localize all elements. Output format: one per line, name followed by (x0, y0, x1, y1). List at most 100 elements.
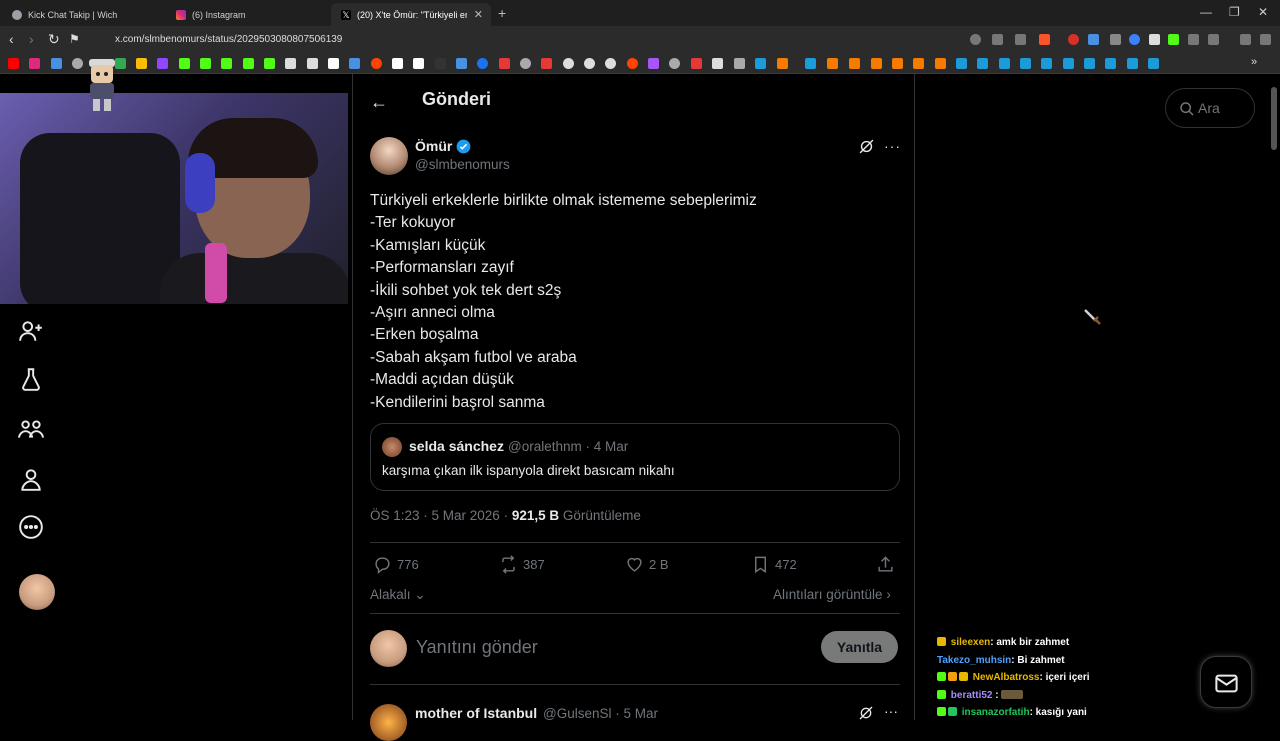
profile-icon[interactable] (18, 466, 44, 492)
kick-bookmark-icon[interactable] (179, 58, 190, 69)
bookmark-icon[interactable]: ⚑ (69, 32, 80, 46)
steam-bookmark-icon[interactable] (1148, 58, 1159, 69)
like-action[interactable]: 2 B (625, 555, 669, 574)
bookmark-icon[interactable] (477, 58, 488, 69)
extension-icon[interactable] (1110, 34, 1121, 45)
bookmark-icon[interactable] (777, 58, 788, 69)
steam-bookmark-icon[interactable] (1063, 58, 1074, 69)
tab-kick-chat[interactable]: Kick Chat Takip | Wich (2, 3, 167, 26)
puzzle-icon[interactable] (1208, 34, 1219, 45)
steam-bookmark-icon[interactable] (1105, 58, 1116, 69)
close-window-button[interactable]: ✕ (1258, 5, 1268, 19)
bookmark-icon[interactable] (892, 58, 903, 69)
bookmark-icon[interactable] (669, 58, 680, 69)
close-tab-icon[interactable]: ✕ (474, 8, 483, 21)
bookmark-icon[interactable] (51, 58, 62, 69)
author-avatar[interactable] (370, 137, 408, 175)
kick-bookmark-icon[interactable] (243, 58, 254, 69)
steam-bookmark-icon[interactable] (1041, 58, 1052, 69)
search-box[interactable]: Ara (1165, 88, 1255, 128)
next-tweet-author[interactable]: mother of Istanbul (415, 705, 537, 721)
bookmark-icon[interactable] (72, 58, 83, 69)
extension-icon[interactable] (1129, 34, 1140, 45)
steam-bookmark-icon[interactable] (1084, 58, 1095, 69)
bookmark-icon[interactable] (520, 58, 531, 69)
bookmark-icon[interactable] (413, 58, 424, 69)
bookmark-icon[interactable] (541, 58, 552, 69)
new-tab-button[interactable]: + (498, 5, 506, 21)
bookmark-icon[interactable] (563, 58, 574, 69)
reddit-bookmark-icon[interactable] (371, 58, 382, 69)
maximize-button[interactable]: ❐ (1229, 5, 1240, 19)
reply-action[interactable]: 776 (373, 555, 419, 574)
bookmark-icon[interactable] (307, 58, 318, 69)
back-icon[interactable]: ‹ (9, 31, 14, 47)
extension-icon[interactable] (1188, 34, 1199, 45)
url-field[interactable]: x.com/slmbenomurs/status/202950308080750… (95, 30, 945, 49)
author-handle[interactable]: @slmbenomurs (415, 157, 510, 172)
bookmark-icon[interactable] (435, 58, 446, 69)
bookmark-icon[interactable] (935, 58, 946, 69)
back-arrow-icon[interactable]: ← (370, 92, 388, 113)
forward-icon[interactable]: › (29, 31, 34, 47)
account-avatar[interactable] (19, 574, 55, 610)
extension-icon[interactable] (1149, 34, 1160, 45)
grok-icon[interactable] (858, 705, 874, 721)
follow-icon[interactable] (18, 318, 44, 344)
reply-input[interactable]: Yanıtını gönder (416, 637, 538, 658)
youtube-bookmark-icon[interactable] (8, 58, 19, 69)
kick-bookmark-icon[interactable] (200, 58, 211, 69)
folder-icon[interactable] (734, 58, 745, 69)
bookmark-icon[interactable] (392, 58, 403, 69)
repost-action[interactable]: 387 (499, 555, 545, 574)
tab-x-post[interactable]: 𝕏 (20) X'te Ömür: "Türkiyeli erkekle ✕ (331, 3, 491, 26)
bookmark-icon[interactable] (913, 58, 924, 69)
cast-icon[interactable] (992, 34, 1003, 45)
related-toggle[interactable]: Alakalı ⌄ (370, 587, 426, 603)
share-icon[interactable] (1015, 34, 1026, 45)
bookmark-icon[interactable] (605, 58, 616, 69)
tab-instagram[interactable]: (6) Instagram (166, 3, 331, 26)
kick-bookmark-icon[interactable] (221, 58, 232, 69)
minimize-button[interactable]: — (1200, 5, 1212, 19)
bookmark-icon[interactable] (712, 58, 723, 69)
brave-shield-icon[interactable] (1039, 34, 1050, 45)
more-icon[interactable]: ··· (884, 138, 901, 154)
instagram-bookmark-icon[interactable] (29, 58, 40, 69)
steam-bookmark-icon[interactable] (999, 58, 1010, 69)
bookmark-icon[interactable] (871, 58, 882, 69)
more-options-icon[interactable] (18, 514, 44, 540)
more-icon[interactable]: ··· (884, 703, 898, 719)
twitch-bookmark-icon[interactable] (157, 58, 168, 69)
steam-bookmark-icon[interactable] (956, 58, 967, 69)
share-action[interactable] (876, 555, 900, 574)
grok-icon[interactable] (858, 138, 875, 155)
bookmark-icon[interactable] (627, 58, 638, 69)
extension-icon[interactable] (1068, 34, 1079, 45)
bookmark-icon[interactable] (349, 58, 360, 69)
steam-bookmark-icon[interactable] (1127, 58, 1138, 69)
menu-icon[interactable] (1260, 34, 1271, 45)
messages-button[interactable] (1200, 656, 1252, 708)
steam-bookmark-icon[interactable] (805, 58, 816, 69)
extension-icon[interactable] (1088, 34, 1099, 45)
bookmark-icon[interactable] (136, 58, 147, 69)
communities-icon[interactable] (18, 416, 44, 442)
bookmark-icon[interactable] (264, 58, 275, 69)
reload-icon[interactable]: ↻ (48, 31, 60, 48)
next-tweet-avatar[interactable] (370, 704, 407, 741)
bookmark-icon[interactable] (584, 58, 595, 69)
zoom-icon[interactable] (970, 34, 981, 45)
grok-flask-icon[interactable] (18, 366, 44, 392)
author-name[interactable]: Ömür (415, 138, 452, 154)
kick-extension-icon[interactable] (1168, 34, 1179, 45)
page-scrollbar[interactable] (1271, 87, 1277, 150)
x-bookmark-icon[interactable] (328, 58, 339, 69)
reply-button[interactable]: Yanıtla (821, 631, 898, 663)
steam-bookmark-icon[interactable] (755, 58, 766, 69)
steam-bookmark-icon[interactable] (977, 58, 988, 69)
bookmark-icon[interactable] (827, 58, 838, 69)
bookmark-action[interactable]: 472 (751, 555, 797, 574)
tweet-timestamp[interactable]: ÖS 1:23 · 5 Mar 2026 · (370, 508, 512, 523)
bookmark-icon[interactable] (648, 58, 659, 69)
